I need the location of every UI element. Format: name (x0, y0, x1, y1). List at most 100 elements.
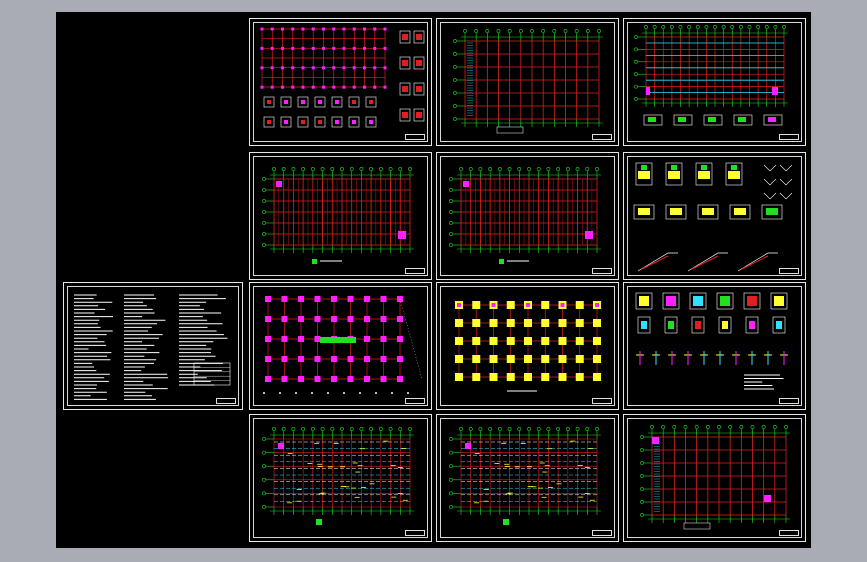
section-fill (402, 86, 408, 92)
axis-bubble (640, 513, 644, 517)
column-mark (373, 66, 377, 70)
axis-bubble (704, 25, 709, 29)
axis-bubble (453, 65, 457, 69)
axis-bubble (388, 167, 393, 171)
axis-bubble (634, 84, 638, 89)
footing-mark (331, 376, 337, 382)
column-mark (260, 66, 264, 70)
axis-bubble (474, 29, 479, 33)
legend-swatch (312, 259, 317, 264)
axis-bubble (301, 167, 306, 171)
axis-bubble (262, 199, 266, 203)
column-mark (260, 85, 264, 89)
footing-mark (489, 355, 498, 363)
axis-bubble (453, 104, 457, 108)
highlight-mark (652, 437, 659, 444)
footing-mark (472, 355, 481, 363)
detail-fill (708, 117, 716, 122)
footing-mark (314, 316, 321, 322)
footing-mark (541, 301, 550, 309)
column-mark (311, 85, 315, 89)
sheet-framing-plan-1[interactable] (623, 18, 806, 146)
footing-mark (558, 319, 567, 327)
footing-mark (281, 336, 288, 342)
axis-bubble (541, 29, 546, 33)
footing-mark (593, 337, 601, 345)
footing-mark (472, 301, 481, 309)
footing-mark (593, 373, 601, 381)
detail-fill (731, 165, 737, 170)
axis-bubble (301, 427, 306, 431)
highlight-mark (276, 181, 282, 187)
highlight-mark (585, 231, 593, 239)
grade-beam (320, 337, 356, 343)
axis-bubble (262, 188, 266, 192)
sheet-foundation-plan-2[interactable] (436, 282, 619, 410)
cad-viewport[interactable] (56, 12, 811, 548)
detail-fill (695, 321, 701, 329)
footing-mark (455, 355, 463, 363)
axis-bubble (349, 167, 354, 171)
section-fill (416, 112, 422, 118)
note-dot (327, 392, 329, 394)
footing-mark (506, 319, 515, 327)
axis-bubble (552, 29, 557, 33)
sheet-column-grid-plan[interactable] (436, 18, 619, 146)
axis-bubble (408, 427, 412, 431)
sheet-foundation-plan-1[interactable] (249, 282, 432, 410)
sheet-framing-plan-3[interactable] (436, 152, 619, 280)
axis-bubble (747, 25, 752, 29)
axis-bubble (330, 427, 335, 431)
axis-bubble (272, 427, 276, 431)
footing-mark (265, 336, 271, 342)
axis-bubble (640, 461, 644, 465)
footing-mark (575, 355, 584, 363)
axis-bubble (574, 29, 579, 33)
detail-fill (738, 117, 746, 122)
sheet-design-notes[interactable] (63, 282, 243, 410)
axis-bubble (262, 491, 266, 496)
column-mark (373, 85, 377, 89)
sheet-column-details[interactable] (249, 18, 432, 146)
column-mark (595, 303, 599, 307)
axis-bubble (359, 167, 364, 171)
footing-mark (281, 376, 288, 382)
axis-bubble (262, 177, 266, 181)
highlight-mark (463, 181, 469, 187)
axis-bubble (634, 59, 638, 64)
section-fill (335, 120, 339, 124)
detail-fill (701, 165, 707, 170)
column-mark (311, 46, 315, 50)
axis-bubble (518, 29, 523, 33)
section-fill (267, 120, 271, 124)
detail-fill (668, 321, 674, 329)
axis-bubble (378, 167, 383, 171)
column-mark (491, 303, 496, 307)
sheet-node-details[interactable] (623, 282, 806, 410)
section-fill (369, 100, 373, 104)
section-fill (369, 120, 373, 124)
detail-fill (648, 117, 656, 122)
footing-mark (364, 356, 370, 362)
footing-mark (575, 319, 584, 327)
sheet-rebar-plan-1[interactable] (249, 414, 432, 542)
node-sketch (779, 164, 793, 172)
detail-fill (641, 165, 647, 170)
footing-mark (489, 319, 498, 327)
axis-bubble (449, 491, 453, 496)
note-dot (343, 392, 345, 394)
sheet-roof-grid-plan[interactable] (623, 414, 806, 542)
sheet-framing-plan-2[interactable] (249, 152, 432, 280)
footing-mark (506, 373, 515, 381)
sheet-section-details[interactable] (623, 152, 806, 280)
footing-mark (331, 356, 337, 362)
column-mark (363, 85, 366, 89)
section-fill (284, 100, 288, 104)
detail-fill (698, 171, 710, 179)
detail-fill (720, 296, 730, 306)
axis-bubble (449, 232, 453, 236)
axis-bubble (320, 167, 325, 171)
sheet-rebar-plan-2[interactable] (436, 414, 619, 542)
axis-bubble (488, 427, 493, 431)
column-mark (301, 27, 305, 31)
